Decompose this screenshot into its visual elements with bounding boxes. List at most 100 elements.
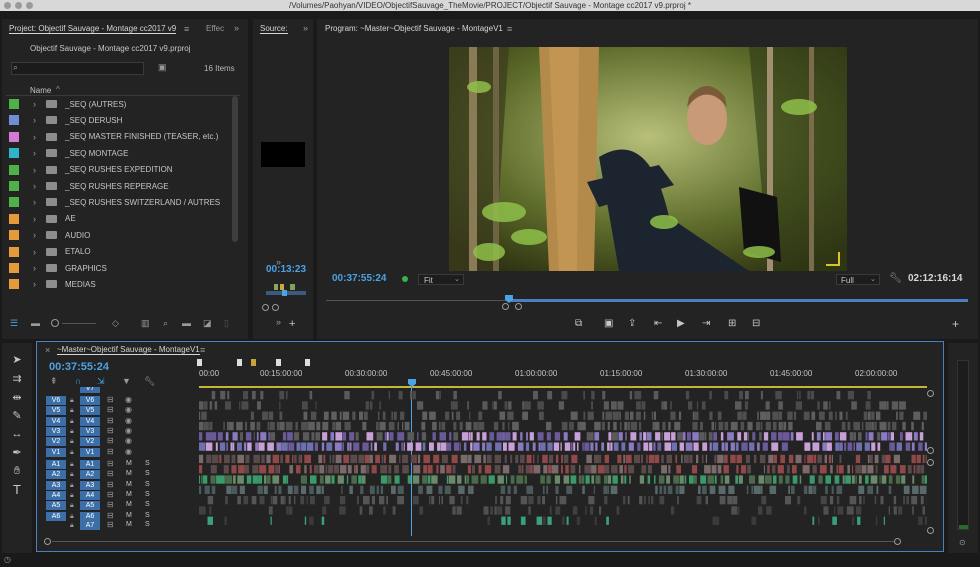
clip[interactable] — [369, 485, 375, 494]
clip[interactable] — [888, 506, 890, 515]
clip[interactable] — [353, 442, 360, 451]
clip[interactable] — [738, 475, 743, 484]
clip[interactable] — [223, 465, 229, 474]
clip[interactable] — [270, 421, 275, 431]
clip[interactable] — [555, 454, 559, 464]
clip[interactable] — [849, 496, 857, 505]
clip[interactable] — [735, 442, 739, 451]
clip[interactable] — [231, 485, 238, 494]
sort-icon[interactable]: ◇ — [112, 319, 119, 328]
clip[interactable] — [547, 516, 552, 525]
clip[interactable] — [720, 475, 724, 484]
clip[interactable] — [613, 421, 617, 431]
marker[interactable] — [197, 359, 202, 366]
clip[interactable] — [394, 465, 399, 474]
chevron-right-icon[interactable]: › — [33, 214, 43, 224]
clip[interactable] — [709, 485, 716, 494]
clip[interactable] — [911, 421, 914, 431]
mute-button[interactable]: M — [126, 470, 132, 477]
clip[interactable] — [816, 432, 821, 441]
clip[interactable] — [461, 432, 469, 441]
clip[interactable] — [921, 475, 925, 484]
label-color-swatch[interactable] — [9, 131, 19, 142]
sort-ascending-icon[interactable]: ^ — [56, 86, 60, 94]
timeline-clips[interactable] — [199, 390, 927, 535]
clip[interactable] — [282, 432, 287, 441]
clip[interactable] — [329, 454, 332, 464]
clip[interactable] — [427, 475, 431, 484]
clip[interactable] — [877, 442, 881, 451]
clip[interactable] — [677, 432, 683, 441]
clip[interactable] — [859, 496, 862, 505]
sync-lock-icon[interactable]: ⊟ — [107, 426, 114, 435]
clip[interactable] — [362, 475, 366, 484]
source-timecode[interactable]: 00:13:23 — [266, 264, 306, 275]
clip[interactable] — [865, 475, 869, 484]
clip[interactable] — [705, 454, 707, 464]
clip[interactable] — [258, 475, 263, 484]
clip[interactable] — [679, 442, 684, 451]
clip[interactable] — [641, 454, 643, 464]
bin-item[interactable]: › AUDIO — [9, 227, 234, 243]
clip[interactable] — [337, 475, 344, 484]
clip[interactable] — [257, 401, 261, 410]
clip[interactable] — [280, 454, 283, 464]
clip[interactable] — [252, 391, 256, 400]
clip[interactable] — [332, 454, 335, 464]
clip[interactable] — [272, 475, 280, 484]
clip[interactable] — [863, 496, 865, 505]
clip[interactable] — [487, 516, 490, 525]
label-color-swatch[interactable] — [9, 230, 19, 241]
clip[interactable] — [316, 421, 321, 431]
clip[interactable] — [634, 391, 642, 400]
clip[interactable] — [210, 465, 217, 474]
clip[interactable] — [671, 432, 676, 441]
clip[interactable] — [344, 391, 350, 400]
clip[interactable] — [781, 421, 783, 431]
clip[interactable] — [811, 411, 816, 420]
clip[interactable] — [771, 432, 777, 441]
clip[interactable] — [497, 475, 504, 484]
clip[interactable] — [380, 485, 384, 494]
label-color-swatch[interactable] — [9, 99, 19, 109]
clip[interactable] — [736, 454, 742, 464]
clip[interactable] — [599, 506, 602, 515]
clip[interactable] — [325, 465, 328, 474]
clip[interactable] — [760, 485, 763, 494]
clip[interactable] — [757, 411, 759, 420]
clip[interactable] — [698, 485, 701, 494]
clip[interactable] — [799, 475, 802, 484]
clip[interactable] — [231, 465, 237, 474]
clip[interactable] — [836, 485, 843, 494]
clip[interactable] — [824, 421, 831, 431]
clip[interactable] — [436, 465, 439, 474]
clip[interactable] — [500, 496, 504, 505]
clip[interactable] — [355, 432, 359, 441]
clip[interactable] — [559, 496, 567, 505]
solo-button[interactable]: S — [145, 512, 150, 519]
clip[interactable] — [721, 442, 725, 451]
clip[interactable] — [561, 465, 563, 474]
clip[interactable] — [628, 465, 635, 474]
clip[interactable] — [907, 465, 912, 474]
clip[interactable] — [667, 485, 673, 494]
clip[interactable] — [214, 401, 218, 410]
clip[interactable] — [795, 454, 802, 464]
clip[interactable] — [647, 465, 652, 474]
mute-button[interactable]: M — [126, 521, 132, 528]
clip[interactable] — [839, 411, 843, 420]
chevron-right-icon[interactable]: › — [33, 279, 43, 289]
clip[interactable] — [679, 485, 685, 494]
clip[interactable] — [404, 421, 410, 431]
clip[interactable] — [496, 432, 504, 441]
clip[interactable] — [304, 465, 307, 474]
clip[interactable] — [702, 442, 708, 451]
clip[interactable] — [239, 485, 245, 494]
clip[interactable] — [321, 485, 324, 494]
clip[interactable] — [619, 465, 623, 474]
clip[interactable] — [641, 401, 646, 410]
clip[interactable] — [919, 432, 924, 441]
clip[interactable] — [498, 391, 502, 400]
clip[interactable] — [383, 442, 387, 451]
clip[interactable] — [426, 485, 433, 494]
